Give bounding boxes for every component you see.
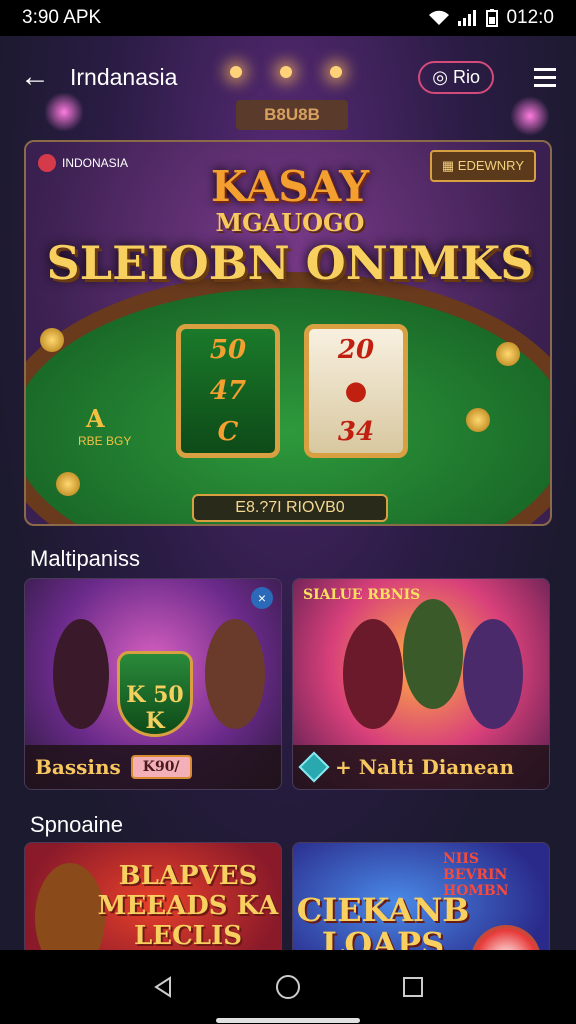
card-footer: Bassins K90/: [25, 745, 281, 789]
hero-title: KASAY: [210, 162, 370, 211]
reel-symbol: 34: [337, 417, 375, 448]
game-card[interactable]: K 50 K × Bassins K90/: [24, 578, 282, 790]
nav-home-icon[interactable]: [273, 972, 303, 1002]
character-figure: [205, 619, 265, 729]
card-shield: K 50 K: [117, 651, 193, 737]
nav-recents-icon[interactable]: [398, 972, 428, 1002]
card-tag: SIALUE RBNIS: [303, 587, 421, 603]
section-title: Maltipaniss: [30, 546, 141, 571]
wifi-icon: [429, 10, 450, 25]
reel-symbol: 20: [337, 334, 375, 365]
card-label: + Nalti Dianean: [335, 755, 515, 779]
hero-side-letter: A: [86, 404, 105, 433]
reel-symbol: ●: [344, 375, 368, 406]
hero-side-caption: RBE BGY: [78, 434, 132, 448]
hamburger-menu-icon[interactable]: [534, 67, 556, 87]
coin-balance-pill[interactable]: ◎ Rio: [418, 60, 494, 94]
app-bar: ← Irndanasia ◎ Rio: [0, 36, 576, 118]
app-title: Irndanasia: [70, 63, 178, 90]
slot-reel: 50 47 C: [176, 324, 280, 458]
signal-icon: [458, 10, 477, 26]
card-promo-text: BLAPVES MEEADS KA LECLIS: [97, 861, 279, 950]
game-card[interactable]: SIALUE RBNIS + Nalti Dianean: [292, 578, 550, 790]
diamond-icon: [298, 751, 330, 783]
battery-time: 012:0: [506, 7, 554, 28]
status-bar: 3:90 APK 012:0: [0, 0, 576, 36]
roulette-chip-icon: [471, 925, 541, 950]
main-screen: B8U8B ← Irndanasia ◎ Rio INDONASIA ▦ EDE…: [0, 36, 576, 950]
slot-reel: 20 ● 34: [304, 324, 408, 458]
character-figure: [343, 619, 403, 729]
casino-table: [26, 272, 550, 524]
game-card[interactable]: BLAPVES MEEADS KA LECLIS: [24, 842, 282, 950]
hero-play-bar[interactable]: E8.?7I RIOVB0: [192, 494, 388, 522]
gesture-pill: [216, 1018, 360, 1023]
coin-balance-label: Rio: [452, 66, 480, 87]
chip-icon: [496, 342, 520, 366]
character-figure: [53, 619, 109, 729]
status-icons: 012:0: [428, 7, 554, 29]
section-title: Spnoaine: [30, 812, 123, 837]
hero-subtitle: MGAUOGO: [215, 208, 365, 237]
character-figure: [403, 599, 463, 709]
reel-symbol: 50: [209, 334, 247, 365]
reel-symbol: 47: [209, 375, 247, 406]
card-promo-text: CIEKANB LOAPS: [296, 891, 470, 950]
chip-icon: [40, 328, 64, 352]
back-arrow-icon[interactable]: ←: [20, 60, 70, 94]
battery-icon: [486, 9, 499, 27]
card-label: Bassins: [35, 755, 121, 779]
hero-banner[interactable]: INDONASIA ▦ EDEWNRY KASAY MGAUOGO SLEIOB…: [24, 140, 552, 526]
chip-icon: [466, 408, 490, 432]
close-icon[interactable]: ×: [251, 587, 273, 609]
nav-back-icon[interactable]: [148, 972, 178, 1002]
game-card[interactable]: NIIS BEVRIN HOMBN CIEKANB LOAPS: [292, 842, 550, 950]
status-time: 3:90 APK: [22, 7, 102, 28]
character-figure: [463, 619, 523, 729]
reel-symbol: C: [217, 417, 239, 448]
hero-headline: SLEIOBN ONIMKS: [46, 236, 534, 290]
card-footer: + Nalti Dianean: [293, 745, 549, 789]
android-nav-bar: [0, 950, 576, 1024]
chip-icon: [56, 472, 80, 496]
card-chip[interactable]: K90/: [130, 755, 192, 779]
